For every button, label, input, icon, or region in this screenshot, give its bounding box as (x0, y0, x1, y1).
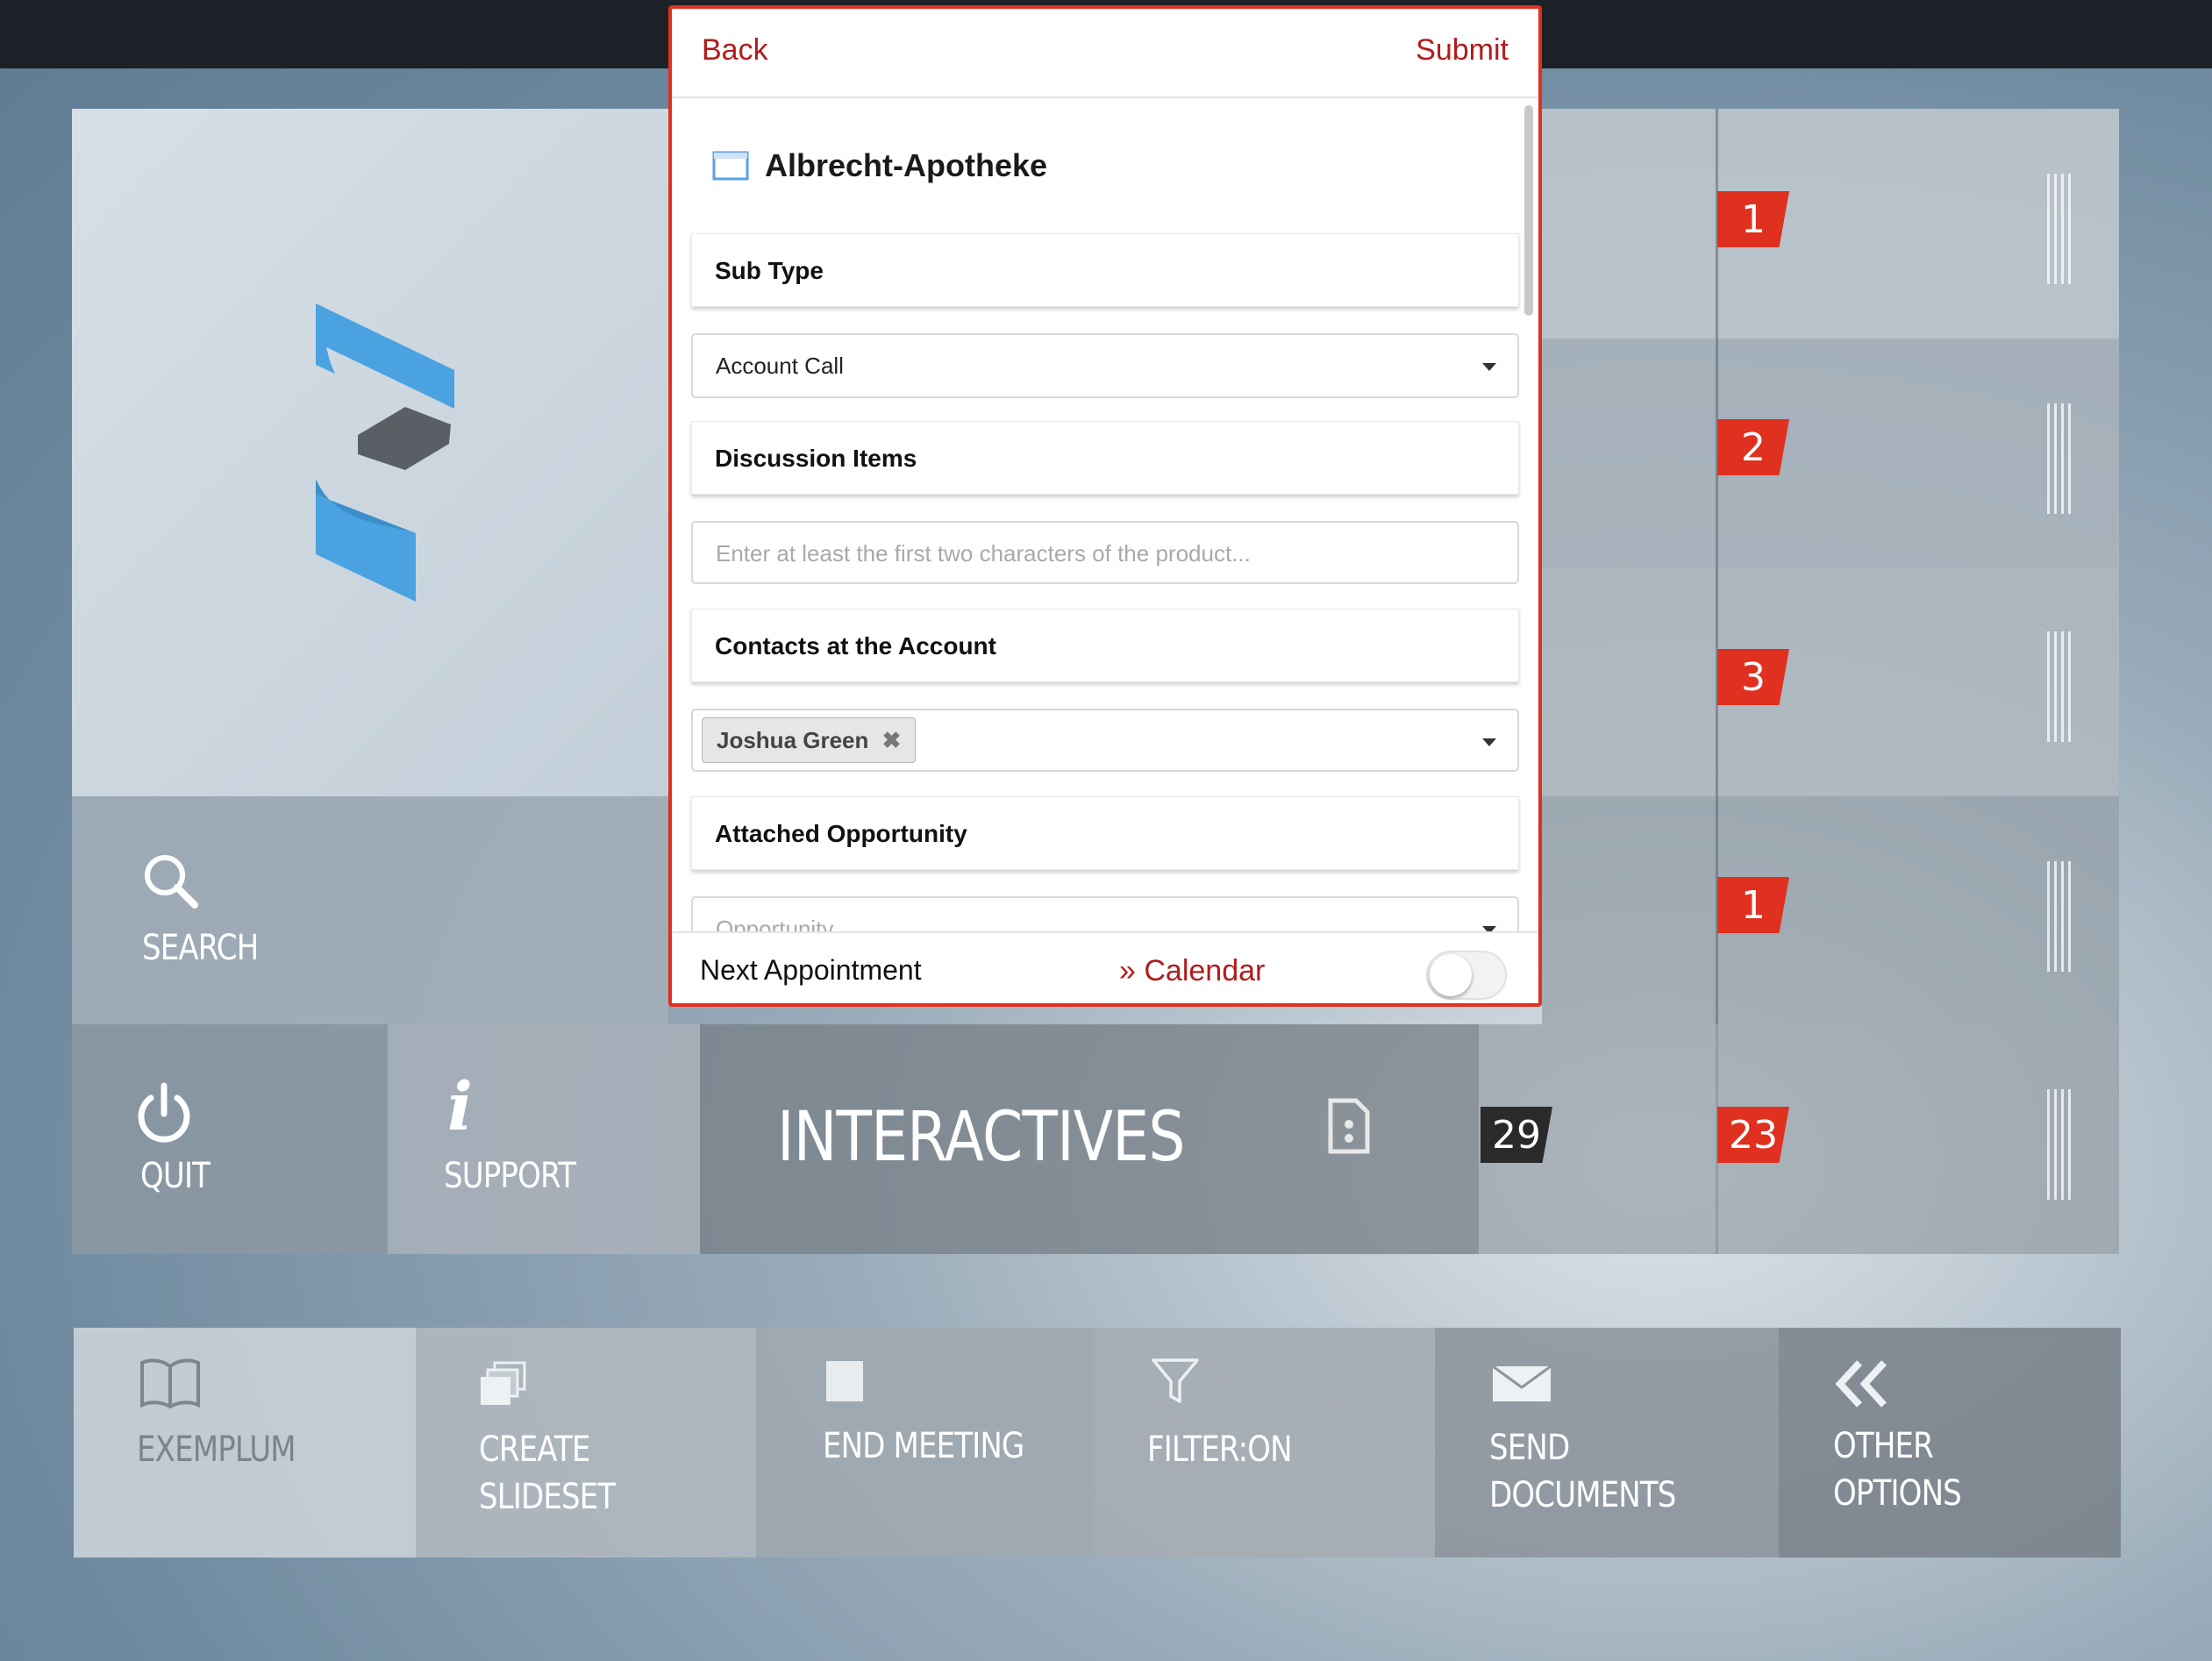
account-name: Albrecht-Apotheke (765, 147, 1048, 183)
badge-row-4: 1 (1717, 877, 1789, 933)
end-meeting-label: END MEETING (823, 1426, 1024, 1466)
exemplum-button[interactable]: EXEMPLUM (74, 1328, 416, 1558)
interactives-count-badge: 29 (1481, 1107, 1552, 1163)
content-row-3[interactable] (1542, 568, 2119, 796)
document-icon (1328, 1098, 1370, 1154)
info-icon: i (447, 1067, 473, 1145)
back-button[interactable]: Back (702, 33, 768, 68)
search-label: SEARCH (142, 928, 259, 968)
other-options-button[interactable]: OTHER OPTIONS (1779, 1328, 2121, 1558)
send-documents-label-2: DOCUMENTS (1489, 1475, 1676, 1515)
account-icon (712, 151, 749, 181)
filter-button[interactable]: FILTER:ON (1095, 1328, 1435, 1558)
calendar-link[interactable]: » Calendar (1119, 954, 1265, 988)
interactives-tile[interactable]: INTERACTIVES (700, 1024, 1479, 1254)
interactives-side-tile[interactable] (1479, 1024, 2119, 1254)
filter-label: FILTER:ON (1147, 1429, 1293, 1470)
stop-icon (826, 1361, 863, 1401)
badge-row-1: 1 (1717, 191, 1789, 247)
modal-footer: Next Appointment » Calendar (672, 931, 1538, 1003)
contact-chip-label: Joshua Green (717, 727, 869, 753)
opportunity-select[interactable]: Opportunity (691, 896, 1519, 931)
next-appointment-toggle[interactable] (1426, 951, 1507, 1000)
book-icon (140, 1358, 200, 1408)
badge-row-2: 2 (1717, 419, 1789, 475)
app-logo (316, 303, 454, 602)
search-icon (145, 855, 198, 909)
interactives-red-badge: 23 (1717, 1107, 1789, 1163)
modal-header: Back Submit (672, 9, 1538, 98)
product-search-input[interactable]: Enter at least the first two characters … (691, 521, 1519, 584)
badge-row-3: 3 (1717, 649, 1789, 705)
double-chevron-left-icon (1835, 1360, 1887, 1408)
end-meeting-button[interactable]: END MEETING (756, 1328, 1095, 1558)
quit-tile[interactable]: QUIT (72, 1024, 388, 1254)
drag-handle-row-3[interactable] (2047, 631, 2073, 742)
sub-type-value: Account Call (716, 353, 844, 379)
create-slideset-label-2: SLIDESET (479, 1477, 616, 1517)
toggle-knob (1430, 954, 1472, 996)
submit-button[interactable]: Submit (1416, 33, 1509, 68)
content-row-1[interactable] (1542, 109, 2119, 339)
quit-label: QUIT (140, 1156, 210, 1196)
section-discussion-items: Discussion Items (691, 421, 1519, 495)
logo-tile (72, 109, 668, 796)
section-contacts: Contacts at the Account (691, 609, 1519, 682)
create-slideset-button[interactable]: CREATE SLIDESET (416, 1328, 756, 1558)
next-appointment-label: Next Appointment (700, 954, 922, 986)
send-documents-button[interactable]: SEND DOCUMENTS (1435, 1328, 1779, 1558)
exemplum-label: EXEMPLUM (137, 1429, 296, 1470)
modal-form-body[interactable]: Albrecht-Apotheke Sub Type Account Call … (672, 98, 1538, 931)
interactives-label: INTERACTIVES (777, 1098, 1185, 1177)
filter-icon (1152, 1358, 1199, 1403)
content-row-4[interactable] (1542, 796, 2119, 1024)
contact-chip: Joshua Green ✖ (702, 717, 917, 763)
drag-handle-row-2[interactable] (2047, 403, 2073, 514)
support-tile[interactable]: i SUPPORT (388, 1024, 700, 1254)
slides-stack-icon (481, 1361, 526, 1405)
content-row-2[interactable] (1542, 339, 2119, 568)
drag-handle-row-1[interactable] (2047, 174, 2073, 284)
contacts-select[interactable]: Joshua Green ✖ (691, 709, 1519, 772)
drag-handle-row-5[interactable] (2047, 1089, 2073, 1200)
search-tile[interactable]: SEARCH (72, 796, 668, 1024)
mail-icon (1492, 1365, 1552, 1401)
opportunity-placeholder: Opportunity (716, 916, 834, 931)
sub-type-select[interactable]: Account Call (691, 333, 1519, 398)
section-attached-opportunity: Attached Opportunity (691, 796, 1519, 870)
chevron-down-icon (1482, 363, 1496, 371)
call-report-modal: Back Submit Albrecht-Apotheke Sub Type A… (668, 5, 1542, 1007)
scrollbar[interactable] (1524, 105, 1533, 316)
drag-handle-row-4[interactable] (2047, 861, 2073, 972)
other-options-label-1: OTHER (1833, 1426, 1934, 1466)
power-icon (138, 1082, 190, 1143)
chevron-down-icon (1482, 738, 1496, 746)
section-sub-type: Sub Type (691, 233, 1519, 307)
remove-contact-icon[interactable]: ✖ (882, 727, 902, 753)
create-slideset-label-1: CREATE (479, 1429, 590, 1470)
other-options-label-2: OPTIONS (1833, 1473, 1962, 1514)
support-label: SUPPORT (444, 1156, 576, 1196)
send-documents-label-1: SEND (1489, 1428, 1570, 1468)
